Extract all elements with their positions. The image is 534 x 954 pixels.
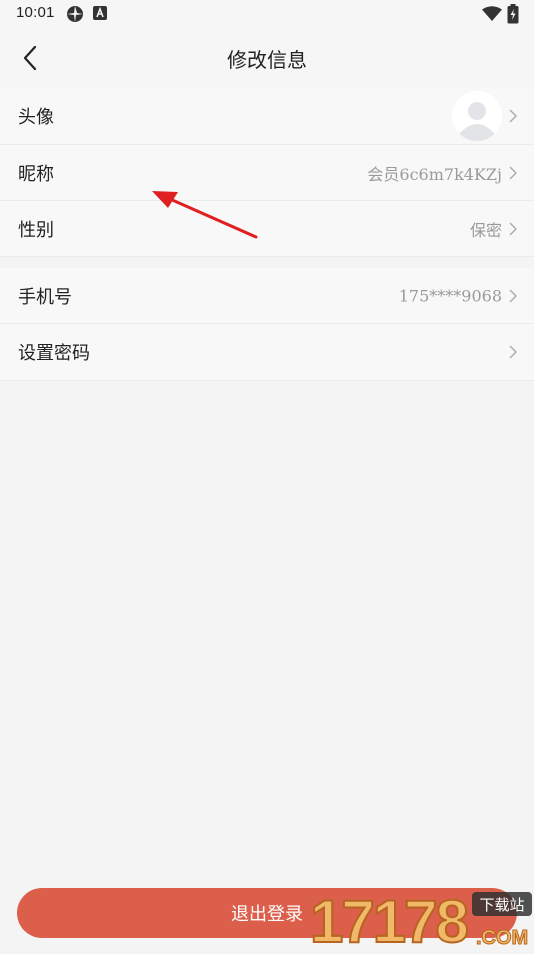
row-phone[interactable]: 手机号 175****9068	[0, 268, 534, 324]
watermark-number: 17178	[310, 888, 467, 950]
nav-bar: 修改信息	[0, 28, 534, 88]
avatar[interactable]	[452, 91, 502, 141]
row-label-gender: 性别	[18, 219, 54, 241]
nickname-value: 会员6c6m7k4KZj	[367, 164, 502, 184]
watermark-logo: 17178 下载站 .COM	[306, 886, 534, 954]
status-time: 10:01	[16, 4, 55, 21]
chevron-right-icon	[509, 109, 517, 123]
chevron-right-icon	[509, 166, 517, 179]
watermark-graphic: 17178 下载站 .COM	[309, 887, 532, 954]
chevron-right-icon	[509, 345, 517, 359]
chevron-right-icon	[509, 289, 517, 302]
row-set-password[interactable]: 设置密码	[0, 324, 534, 381]
phone-value: 175****9068	[398, 286, 502, 305]
page-title: 修改信息	[227, 48, 307, 72]
row-avatar[interactable]: 头像	[0, 88, 534, 145]
wifi-icon	[482, 6, 502, 21]
status-bar: 10:01	[0, 0, 534, 28]
account-group: 手机号 175****9068 设置密码	[0, 268, 534, 381]
aperture-icon	[67, 6, 83, 22]
annotation-arrow-icon	[152, 191, 258, 239]
app-a-icon	[93, 6, 107, 20]
row-label-phone: 手机号	[18, 286, 72, 308]
row-label-set-password: 设置密码	[18, 343, 90, 364]
chevron-right-icon	[509, 222, 517, 235]
watermark-badge: 下载站	[479, 896, 524, 914]
default-avatar-icon	[452, 91, 502, 141]
row-label-nickname: 昵称	[18, 163, 54, 185]
gender-value: 保密	[469, 220, 502, 240]
row-label-avatar: 头像	[18, 107, 54, 128]
watermark-suffix: .COM	[476, 927, 528, 949]
battery-icon	[507, 4, 519, 24]
